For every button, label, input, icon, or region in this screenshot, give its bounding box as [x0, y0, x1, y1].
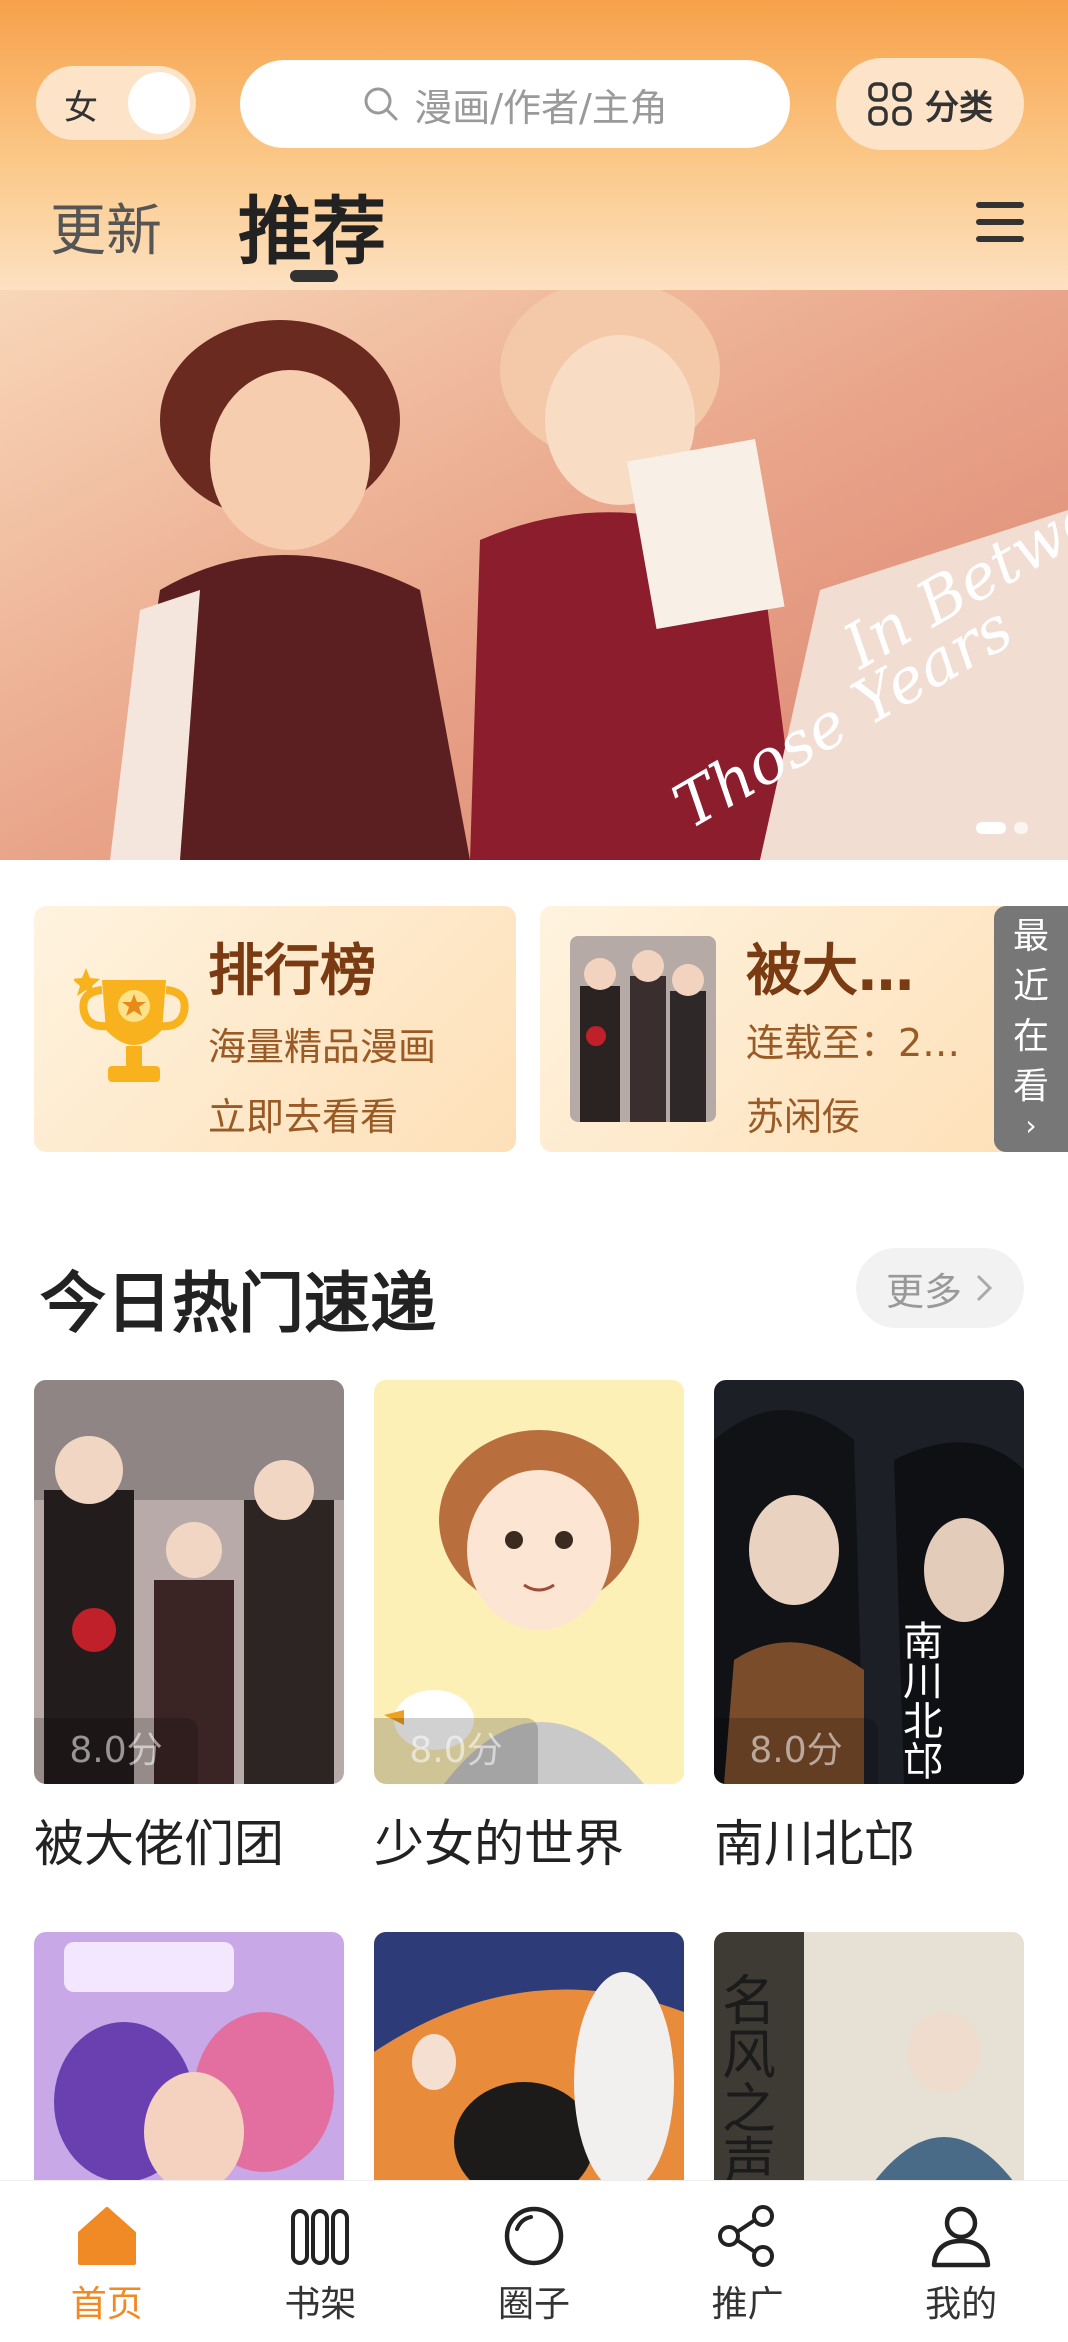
comic-title: 少女的世界: [374, 1815, 624, 1873]
chevron-right-icon: [976, 1274, 993, 1302]
recent-reading-label: 最近在看: [1012, 916, 1049, 1107]
home-icon: [77, 2207, 136, 2265]
nav-item-bookshelf[interactable]: 书架: [214, 2181, 428, 2342]
search-placeholder: 漫画/作者/主角: [414, 85, 668, 130]
tab-recommend[interactable]: 推荐: [238, 172, 386, 279]
chevron-right-icon: ›: [1025, 1109, 1037, 1142]
search-input[interactable]: 漫画/作者/主角: [240, 60, 790, 148]
carousel-dots: [976, 822, 1028, 834]
comic-title: 被大佬们团: [34, 1815, 284, 1873]
category-grid-icon: [868, 82, 912, 126]
bottom-navigation: 首页 书架 圈子 推广 我的: [0, 2180, 1068, 2342]
nav-label-home: 首页: [70, 2284, 143, 2325]
comic-item[interactable]: 南川北邙 8.0分 南川北邙: [714, 1380, 1024, 1876]
nav-label-profile: 我的: [925, 2284, 998, 2325]
comic-cover: 8.0分: [374, 1380, 684, 1784]
comic-cover[interactable]: [374, 1932, 684, 2182]
recent-comic-progress: 连载至：2…: [746, 1021, 961, 1065]
nav-item-profile[interactable]: 我的: [854, 2181, 1068, 2342]
comic-score: 8.0分: [34, 1718, 198, 1784]
nav-item-home[interactable]: 首页: [0, 2181, 214, 2342]
more-label: 更多: [885, 1269, 962, 1314]
nav-item-circle[interactable]: 圈子: [427, 2181, 641, 2342]
ranking-link: 立即去看看: [208, 1095, 399, 1139]
comic-score: 8.0分: [714, 1718, 878, 1784]
gender-toggle[interactable]: 女: [36, 66, 196, 140]
comic-cover: 南川北邙 8.0分: [714, 1380, 1024, 1784]
banner-image: In Between Those Years: [0, 290, 1068, 860]
nav-label-circle: 圈子: [497, 2284, 570, 2325]
svg-text:南川北邙: 南川北邙: [896, 1620, 942, 1780]
comic-score: 8.0分: [374, 1718, 538, 1784]
category-label: 分类: [925, 87, 993, 128]
share-icon: [717, 2205, 774, 2267]
comic-cover: 8.0分: [34, 1380, 344, 1784]
recent-reading-card[interactable]: 被大佬们团 连载至：2… 苏闲佞: [540, 906, 1030, 1152]
comic-title: 南川北邙: [714, 1815, 914, 1873]
tab-indicator: [290, 270, 338, 282]
recent-comic-thumbnail: [570, 936, 716, 1122]
section-title: 今日热门速递: [40, 1265, 436, 1342]
category-button[interactable]: 分类: [836, 58, 1024, 150]
search-icon: [364, 87, 398, 121]
menu-icon[interactable]: [976, 200, 1024, 244]
profile-icon: [931, 2206, 991, 2268]
comic-item[interactable]: 8.0分 少女的世界: [374, 1380, 684, 1876]
more-button[interactable]: 更多: [856, 1248, 1024, 1328]
comic-cover[interactable]: 名风之声: [714, 1932, 1024, 2182]
comic-cover[interactable]: [34, 1932, 344, 2182]
bookshelf-icon: [291, 2209, 350, 2265]
banner-carousel[interactable]: In Between Those Years: [0, 290, 1068, 860]
ranking-card[interactable]: 排行榜 海量精品漫画 立即去看看: [34, 906, 516, 1152]
comic-item[interactable]: 8.0分 被大佬们团: [34, 1380, 344, 1876]
tab-update[interactable]: 更新: [50, 186, 162, 267]
ranking-subtitle: 海量精品漫画: [208, 1025, 437, 1069]
gender-label: 女: [64, 88, 98, 128]
nav-label-promote: 推广: [711, 2284, 784, 2325]
svg-text:名风之声: 名风之声: [714, 1972, 776, 2182]
nav-label-bookshelf: 书架: [284, 2284, 357, 2325]
ranking-title: 排行榜: [208, 939, 376, 1004]
recent-comic-author: 苏闲佞: [746, 1095, 861, 1139]
trophy-icon: [74, 968, 189, 1082]
nav-item-promote[interactable]: 推广: [641, 2181, 855, 2342]
recent-reading-tab[interactable]: 最近在看 ›: [994, 906, 1068, 1152]
recent-comic-title: 被大佬们团: [746, 939, 966, 1004]
toggle-knob: [128, 72, 190, 134]
circle-icon: [504, 2206, 564, 2266]
